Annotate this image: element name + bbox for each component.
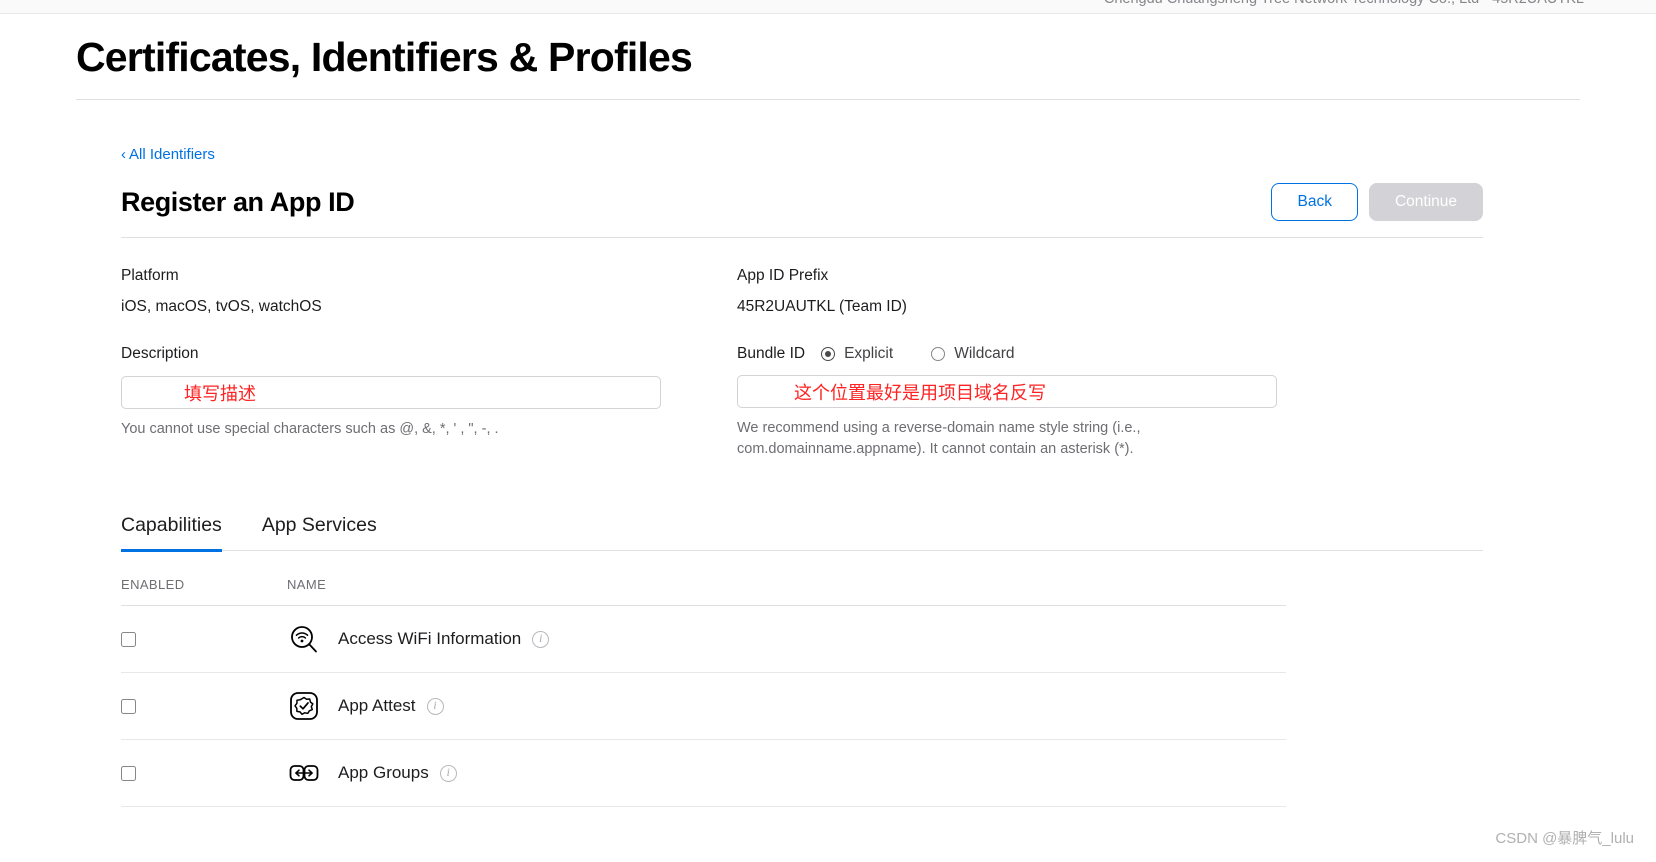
- section-divider: [121, 237, 1483, 239]
- tab-bar: Capabilities App Services: [121, 514, 1483, 553]
- tab-capabilities[interactable]: Capabilities: [121, 514, 222, 553]
- bundle-id-annotation: 这个位置最好是用项目域名反写: [794, 382, 1046, 403]
- back-button[interactable]: Back: [1271, 183, 1358, 222]
- enabled-cell: [121, 631, 287, 647]
- continue-button[interactable]: Continue: [1368, 183, 1483, 222]
- radio-wildcard-label: Wildcard: [954, 345, 1015, 363]
- form-column-left: Platform iOS, macOS, tvOS, watchOS Descr…: [121, 267, 737, 459]
- enable-checkbox[interactable]: [121, 631, 136, 647]
- app-id-prefix-label: App ID Prefix: [737, 267, 829, 285]
- name-cell: App Groups i: [287, 756, 1286, 790]
- attest-badge-icon: [287, 689, 321, 723]
- bundle-id-helper-text: We recommend using a reverse-domain name…: [737, 420, 1141, 457]
- tab-app-services[interactable]: App Services: [262, 514, 377, 552]
- bundle-id-row: Bundle ID Explicit Wildcard: [737, 345, 1353, 363]
- app-groups-icon: [287, 756, 321, 790]
- enable-checkbox[interactable]: [121, 698, 136, 714]
- form-column-right: App ID Prefix 45R2UAUTKL (Team ID) Bundl…: [737, 267, 1353, 459]
- capabilities-table: ENABLED NAME Access WiFi Information i A…: [121, 551, 1286, 808]
- description-helper-text: You cannot use special characters such a…: [121, 421, 499, 438]
- capability-name: Access WiFi Information: [338, 629, 522, 649]
- watermark: CSDN @暴脾气_lulu: [1495, 830, 1634, 847]
- team-name-label: Chengdu Chuangsheng Tree Network Technol…: [1104, 0, 1584, 7]
- action-buttons: Back Continue: [1271, 183, 1483, 222]
- radio-wildcard[interactable]: Wildcard: [931, 345, 1014, 363]
- main-content: ‹ All Identifiers Register an App ID Back…: [0, 100, 1656, 808]
- page-header: Certificates, Identifiers & Profiles: [0, 14, 1656, 101]
- name-cell: Access WiFi Information i: [287, 622, 1286, 656]
- description-annotation: 填写描述: [184, 383, 256, 404]
- breadcrumb-label: All Identifiers: [129, 146, 215, 164]
- radio-explicit-indicator: [821, 347, 836, 362]
- capability-name: App Groups: [338, 763, 429, 783]
- info-icon[interactable]: i: [439, 764, 457, 782]
- info-icon[interactable]: i: [426, 697, 444, 715]
- bundle-id-input[interactable]: 这个位置最好是用项目域名反写: [737, 375, 1277, 409]
- name-cell: App Attest i: [287, 689, 1286, 723]
- app-id-prefix-value: 45R2UAUTKL (Team ID): [737, 298, 907, 316]
- section-header: Register an App ID Back Continue: [121, 183, 1483, 222]
- platform-value: iOS, macOS, tvOS, watchOS: [121, 298, 322, 316]
- table-row: App Attest i: [121, 673, 1286, 741]
- enabled-cell: [121, 765, 287, 781]
- platform-label: Platform: [121, 267, 179, 285]
- info-icon[interactable]: i: [532, 630, 550, 648]
- wifi-magnifier-icon: [287, 622, 321, 656]
- description-input[interactable]: 填写描述: [121, 376, 661, 410]
- enabled-cell: [121, 698, 287, 714]
- radio-explicit-label: Explicit: [844, 345, 894, 363]
- form-columns: Platform iOS, macOS, tvOS, watchOS Descr…: [121, 267, 1483, 459]
- enable-checkbox[interactable]: [121, 765, 136, 781]
- radio-explicit[interactable]: Explicit: [821, 345, 893, 363]
- table-row: App Groups i: [121, 740, 1286, 808]
- table-header: ENABLED NAME: [121, 551, 1286, 607]
- bundle-id-label: Bundle ID: [737, 345, 806, 363]
- account-bar: Chengdu Chuangsheng Tree Network Technol…: [0, 0, 1656, 14]
- capability-name: App Attest: [338, 696, 416, 716]
- table-row: Access WiFi Information i: [121, 606, 1286, 674]
- section-title: Register an App ID: [121, 186, 355, 217]
- column-header-name: NAME: [287, 577, 327, 593]
- chevron-left-icon: ‹: [121, 146, 126, 164]
- column-header-enabled: ENABLED: [121, 577, 185, 593]
- radio-wildcard-indicator: [931, 347, 946, 362]
- page-title: Certificates, Identifiers & Profiles: [76, 34, 693, 80]
- breadcrumb-all-identifiers[interactable]: ‹ All Identifiers: [121, 146, 215, 163]
- description-label: Description: [121, 345, 199, 363]
